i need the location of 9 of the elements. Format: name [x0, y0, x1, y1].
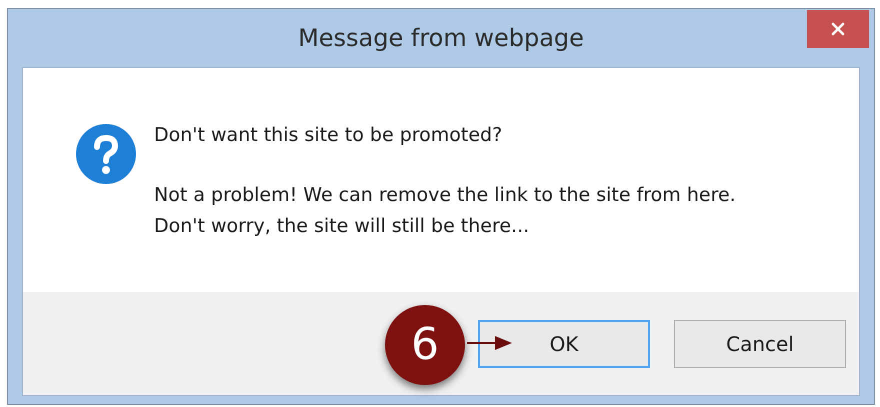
- message-heading: Don't want this site to be promoted?: [154, 123, 504, 148]
- window-title: Message from webpage: [298, 23, 584, 54]
- dialog-button[interactable]: Cancel: [674, 320, 846, 368]
- arrow-icon: [467, 336, 512, 350]
- close-button[interactable]: [807, 10, 869, 48]
- dialog-button[interactable]: OK: [478, 320, 650, 368]
- question-icon: [76, 124, 136, 184]
- message-text: Don't worry, the site will still be there...: [154, 214, 530, 239]
- message-text: Not a problem! We can remove the link to the site from here.: [154, 183, 736, 208]
